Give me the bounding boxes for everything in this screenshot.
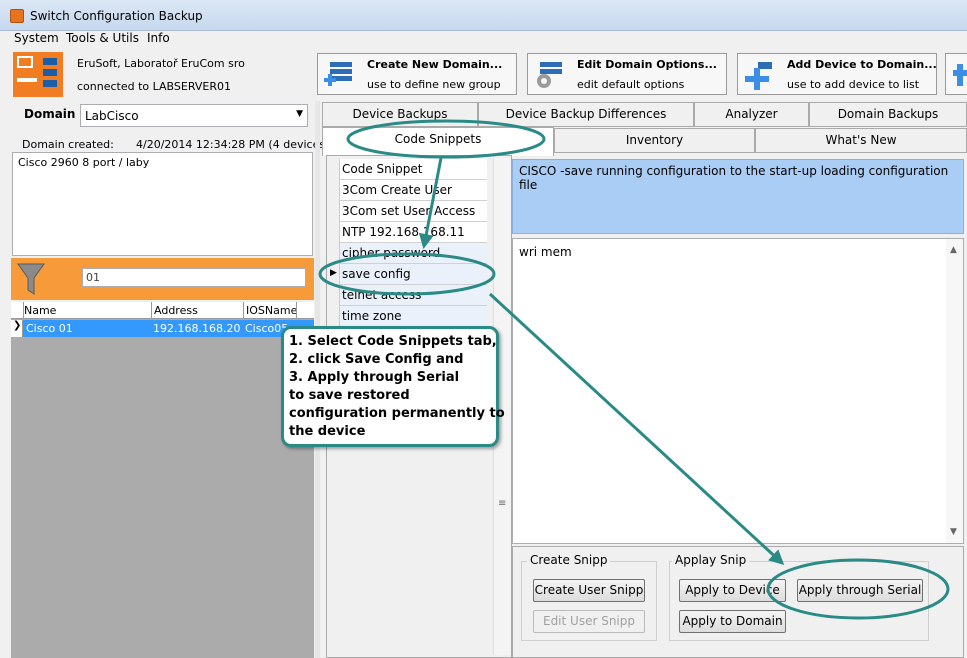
app-logo: [13, 52, 63, 97]
snippet-description[interactable]: CISCO -save running configuration to the…: [512, 159, 964, 234]
device-add-icon: [745, 62, 772, 90]
snippet-code-text: wri mem: [519, 245, 572, 259]
snippet-list-header: Code Snippet: [327, 159, 487, 180]
list-item[interactable]: 3Com Create User: [327, 180, 487, 201]
list-item[interactable]: NTP 192.168.168.11: [327, 222, 487, 243]
scroll-down-icon[interactable]: ▼: [950, 527, 957, 537]
domain-created-value: 4/20/2014 12:34:28 PM (4 devices): [136, 138, 330, 151]
more-toolbar-button[interactable]: [945, 53, 967, 95]
tab-domain-backups[interactable]: Domain Backups: [809, 102, 967, 127]
tab-whats-new[interactable]: What's New: [755, 128, 967, 153]
filter-bar: 01: [11, 258, 314, 300]
domain-select[interactable]: LabCisco ▼: [80, 104, 308, 127]
device-grid-header: Name Address IOSName: [11, 302, 314, 319]
apply-to-domain-button[interactable]: Apply to Domain: [679, 610, 786, 633]
list-item[interactable]: time zone: [327, 306, 487, 327]
company-name: EruSoft, Laboratoř EruCom sro: [77, 57, 245, 70]
tab-code-snippets[interactable]: Code Snippets: [322, 127, 554, 156]
list-item[interactable]: cipher password: [327, 243, 487, 264]
snippet-description-text: CISCO -save running configuration to the…: [519, 164, 949, 192]
domain-select-value: LabCisco: [85, 109, 139, 123]
row-pointer-icon: ▶: [327, 264, 340, 285]
snippet-label: NTP 192.168.168.11: [342, 225, 465, 239]
apply-snip-group-title: Applay Snip: [672, 553, 750, 567]
domain-description[interactable]: Cisco 2960 8 port / laby: [12, 152, 313, 256]
column-address[interactable]: Address: [154, 304, 198, 317]
list-item-selected[interactable]: ▶ save config: [327, 264, 487, 285]
funnel-icon: [17, 263, 45, 295]
title-bar: Switch Configuration Backup: [0, 0, 967, 31]
callout-line: 2. click Save Config and: [289, 352, 464, 367]
apply-to-device-button[interactable]: Apply to Device: [679, 579, 786, 602]
server-add-icon: [324, 62, 352, 86]
filter-input[interactable]: 01: [82, 268, 306, 287]
tab-inventory[interactable]: Inventory: [554, 128, 755, 153]
device-icon: [953, 64, 967, 86]
edit-user-snipp-button[interactable]: Edit User Snipp: [533, 610, 645, 633]
list-item[interactable]: 3Com set User Access: [327, 201, 487, 222]
create-domain-title: Create New Domain...: [367, 58, 503, 71]
edit-domain-options-title: Edit Domain Options...: [577, 58, 717, 71]
filter-input-value: 01: [86, 271, 100, 284]
create-snipp-group-title: Create Snipp: [527, 553, 611, 567]
callout-line: the device: [289, 424, 366, 439]
list-item[interactable]: telnet access: [327, 285, 487, 306]
edit-domain-options-button[interactable]: Edit Domain Options... edit default opti…: [527, 53, 727, 95]
tab-device-backup-differences[interactable]: Device Backup Differences: [478, 102, 694, 127]
scroll-up-icon[interactable]: ▲: [950, 245, 957, 255]
snippet-label: 3Com set User Access: [342, 204, 476, 218]
callout-line: 3. Apply through Serial: [289, 370, 460, 385]
callout-line: to save restored: [289, 388, 410, 403]
callout-line: 1. Select Code Snippets tab,: [289, 334, 497, 349]
create-domain-subtitle: use to define new group: [367, 78, 501, 91]
domain-description-text: Cisco 2960 8 port / laby: [18, 156, 150, 169]
apply-through-serial-button[interactable]: Apply through Serial: [797, 579, 923, 602]
window-title: Switch Configuration Backup: [30, 9, 203, 23]
menu-info[interactable]: Info: [147, 31, 170, 45]
snippet-label: telnet access: [342, 288, 422, 302]
device-address: 192.168.168.203: [153, 322, 241, 335]
code-scrollbar[interactable]: ▲ ▼: [946, 239, 963, 543]
snippet-header-label: Code Snippet: [342, 162, 423, 176]
snippet-label: 3Com Create User: [342, 183, 452, 197]
row-indicator-icon: ❯: [11, 320, 23, 337]
instruction-callout: 1. Select Code Snippets tab, 2. click Sa…: [281, 326, 505, 447]
create-user-snipp-button[interactable]: Create User Snipp: [533, 579, 645, 602]
column-iosname[interactable]: IOSName: [246, 304, 297, 317]
column-name[interactable]: Name: [24, 304, 56, 317]
snippet-label: cipher password: [342, 246, 441, 260]
create-domain-button[interactable]: Create New Domain... use to define new g…: [317, 53, 517, 95]
snippet-label: time zone: [342, 309, 402, 323]
connection-status: connected to LABSERVER01: [77, 80, 231, 93]
snippet-label: save config: [342, 267, 411, 281]
menu-system[interactable]: System: [14, 31, 59, 45]
device-name: Cisco 01: [26, 322, 73, 335]
tab-device-backups[interactable]: Device Backups: [322, 102, 478, 127]
device-grid: Name Address IOSName ❯ Cisco 01 192.168.…: [11, 302, 314, 658]
snippet-code-editor[interactable]: wri mem ▲ ▼: [512, 238, 964, 544]
table-row[interactable]: ❯ Cisco 01 192.168.168.203 Cisco05: [11, 320, 314, 337]
menu-tools-utils[interactable]: Tools & Utils: [66, 31, 139, 45]
add-device-subtitle: use to add device to list: [787, 78, 920, 91]
server-gear-icon: [537, 62, 562, 88]
menu-bar: System Tools & Utils Info: [0, 31, 967, 47]
add-device-button[interactable]: Add Device to Domain... use to add devic…: [737, 53, 937, 95]
add-device-title: Add Device to Domain...: [787, 58, 937, 71]
callout-line: configuration permanently to: [289, 406, 505, 421]
app-icon: [10, 9, 24, 23]
edit-domain-options-subtitle: edit default options: [577, 78, 685, 91]
snippet-actions-panel: Create Snipp Create User Snipp Edit User…: [512, 546, 964, 658]
domain-label: Domain: [24, 107, 76, 121]
domain-created-label: Domain created:: [22, 138, 114, 151]
tab-analyzer[interactable]: Analyzer: [694, 102, 809, 127]
chevron-down-icon: ▼: [296, 109, 303, 119]
grip-icon: ≡: [498, 498, 507, 509]
